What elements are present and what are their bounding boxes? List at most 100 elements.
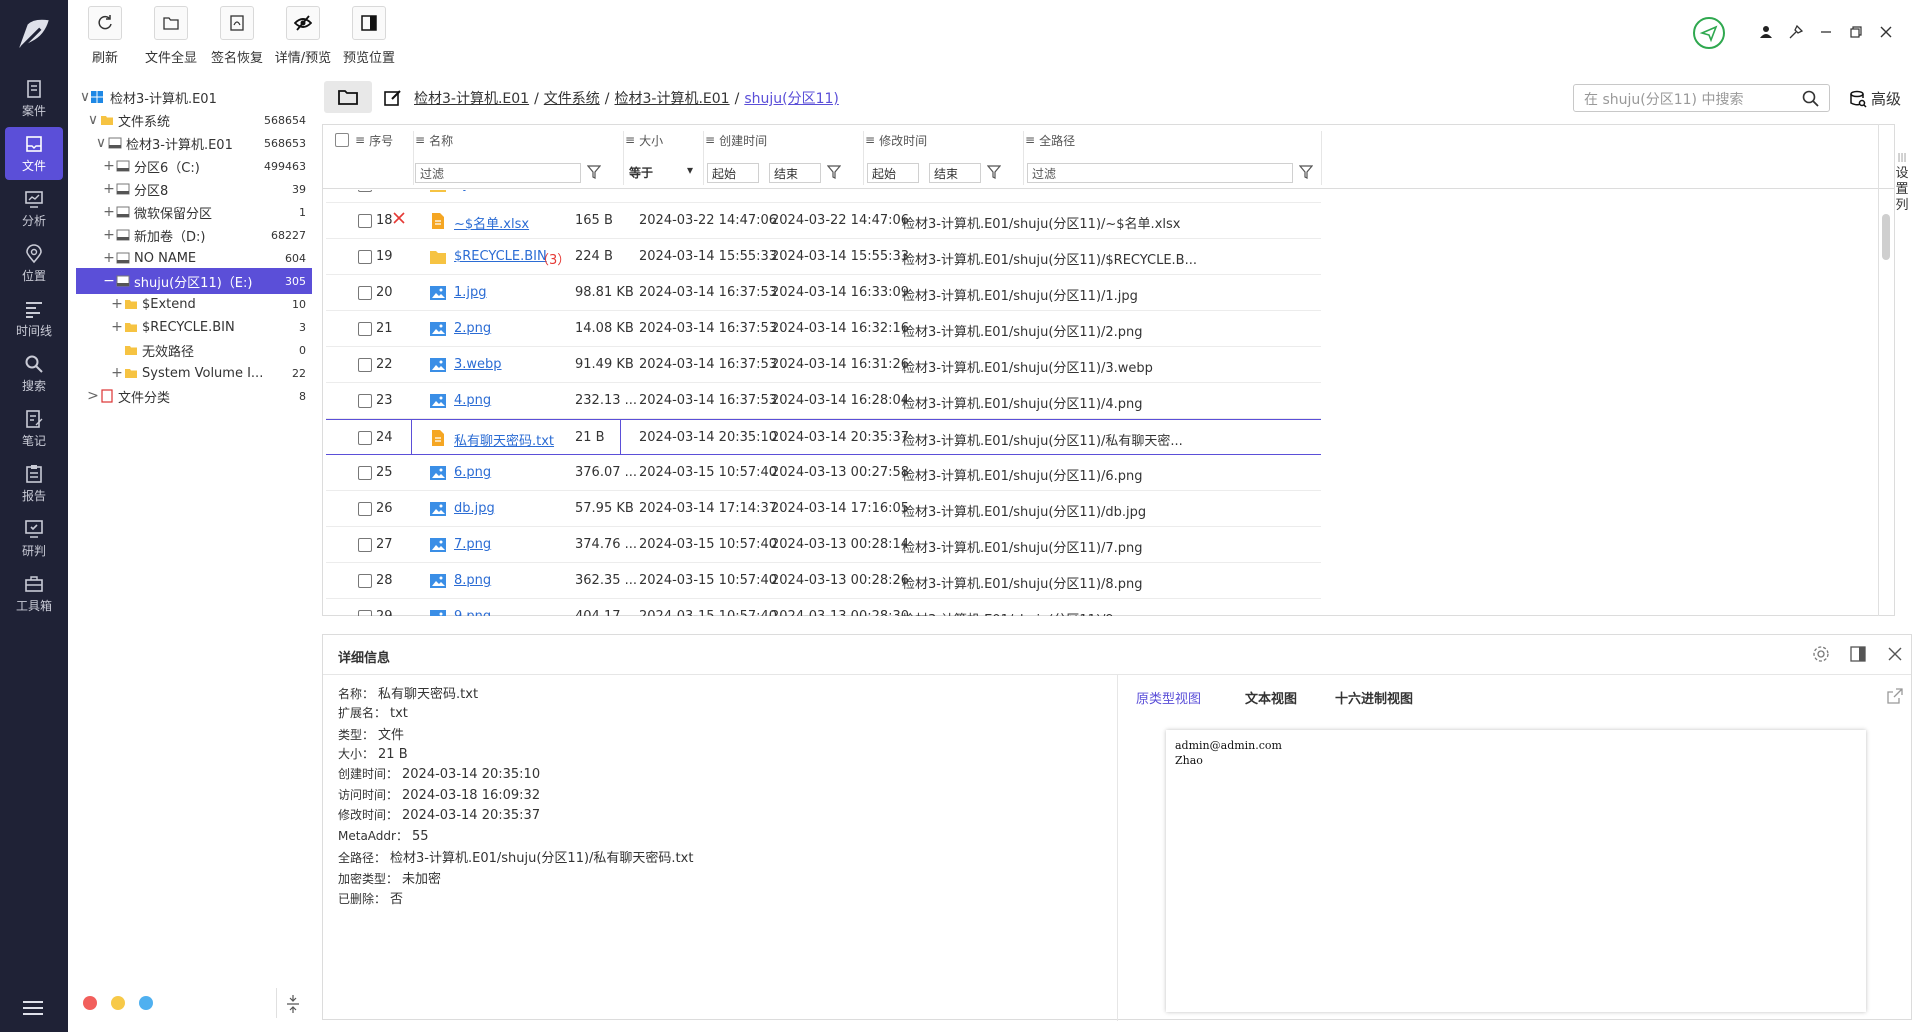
sidebar-item-toolbox[interactable]: 工具箱: [5, 567, 63, 620]
row-checkbox[interactable]: [358, 538, 372, 552]
file-name-link[interactable]: 4.png: [454, 393, 491, 408]
row-checkbox[interactable]: [358, 394, 372, 408]
row-checkbox[interactable]: [358, 358, 372, 372]
column-header-size[interactable]: ≡ 大小: [625, 125, 663, 155]
filter-icon[interactable]: [827, 165, 841, 179]
sidebar-item-report[interactable]: 报告: [5, 457, 63, 510]
table-row[interactable]: 27 7.png 374.76 ... 2024-03-15 10:57:40 2024…: [326, 527, 1321, 563]
file-name-link[interactable]: 3.webp: [454, 357, 502, 372]
mtime-end-input[interactable]: 结束: [929, 163, 981, 183]
collapse-all-icon[interactable]: [286, 994, 300, 1014]
row-checkbox[interactable]: [358, 610, 372, 616]
column-header-ctime[interactable]: ≡ 创建时间: [705, 125, 767, 155]
breadcrumb-current[interactable]: shuju(分区11): [744, 91, 839, 107]
expand-toggle-icon[interactable]: ∨: [94, 135, 108, 151]
row-checkbox[interactable]: [358, 190, 372, 192]
table-row[interactable]: 18 ~$名单.xlsx 165 B 2024-03-22 14:47:06 2024-…: [326, 203, 1321, 239]
edit-path-icon[interactable]: [384, 89, 402, 107]
file-name-link[interactable]: 1.jpg: [454, 285, 487, 300]
table-row[interactable]: 22 3.webp 91.49 KB 2024-03-14 16:37:53 2024-…: [326, 347, 1321, 383]
row-checkbox[interactable]: [358, 214, 372, 228]
open-external-icon[interactable]: [1886, 687, 1904, 705]
tab-text-view[interactable]: 文本视图: [1245, 688, 1297, 707]
sidebar-item-case[interactable]: 案件: [5, 72, 63, 125]
advanced-search-button[interactable]: 高级: [1849, 88, 1901, 109]
expand-toggle-icon[interactable]: −: [102, 273, 116, 289]
user-icon[interactable]: [1754, 20, 1778, 44]
minimize-icon[interactable]: [1814, 20, 1838, 44]
sidebar-item-timeline[interactable]: 时间线: [5, 292, 63, 345]
expand-toggle-icon[interactable]: +: [102, 250, 116, 266]
column-settings-button[interactable]: ||| 设置列: [1893, 150, 1911, 214]
table-row[interactable]: 20 1.jpg 98.81 KB 2024-03-14 16:37:53 2024-0…: [326, 275, 1321, 311]
sidebar-item-location[interactable]: 位置: [5, 237, 63, 290]
menu-icon[interactable]: [21, 998, 45, 1018]
table-row[interactable]: 25 6.png 376.07 ... 2024-03-15 10:57:40 2024…: [326, 455, 1321, 491]
sidebar-item-analysis[interactable]: 分析: [5, 182, 63, 235]
table-row[interactable]: 21 2.png 14.08 KB 2024-03-14 16:37:53 2024-0…: [326, 311, 1321, 347]
file-name-link[interactable]: 6.png: [454, 465, 491, 480]
tab-raw-view[interactable]: 原类型视图: [1136, 688, 1201, 707]
table-row[interactable]: 26 db.jpg 57.95 KB 2024-03-14 17:14:37 2024-…: [326, 491, 1321, 527]
close-icon[interactable]: [1874, 20, 1898, 44]
sidebar-item-file[interactable]: 文件: [5, 127, 63, 180]
column-header-index[interactable]: ≡ 序号: [355, 125, 393, 155]
expand-toggle-icon[interactable]: >: [86, 388, 100, 404]
breadcrumb-item[interactable]: 检材3-计算机.E01: [615, 91, 730, 107]
gear-icon[interactable]: [1812, 645, 1832, 665]
file-name-link[interactable]: 2.png: [454, 321, 491, 336]
expand-toggle-icon[interactable]: ∨: [86, 112, 100, 128]
table-row[interactable]: 23 4.png 232.13 ... 2024-03-14 16:37:53 2024…: [326, 383, 1321, 419]
expand-toggle-icon[interactable]: +: [110, 296, 124, 312]
pin-icon[interactable]: [1784, 20, 1808, 44]
file-name-link[interactable]: 私有聊天密码.txt: [454, 430, 554, 449]
row-checkbox[interactable]: [358, 322, 372, 336]
ctime-end-input[interactable]: 结束: [769, 163, 821, 183]
vertical-scrollbar[interactable]: [1882, 214, 1890, 260]
ctime-start-input[interactable]: 起始: [707, 163, 759, 183]
table-row[interactable]: System Volume Information: [326, 190, 1321, 203]
column-header-name[interactable]: ≡ 名称: [415, 125, 453, 155]
expand-toggle-icon[interactable]: +: [102, 158, 116, 174]
table-row[interactable]: 28 8.png 362.35 ... 2024-03-15 10:57:40 2024…: [326, 563, 1321, 599]
filter-icon[interactable]: [1299, 165, 1313, 179]
signature-recover-button[interactable]: 签名恢复: [204, 6, 270, 70]
breadcrumb-item[interactable]: 文件系统: [544, 91, 600, 107]
size-operator-select[interactable]: 等于 ▾: [625, 163, 697, 183]
table-row[interactable]: 29 9.png 404.17 ...2024-03-15 10:57:402024…: [326, 599, 1321, 616]
file-name-link[interactable]: System Volume Information: [454, 190, 634, 192]
filter-icon[interactable]: [587, 165, 601, 179]
sidebar-item-note[interactable]: 笔记: [5, 402, 63, 455]
folder-view-button[interactable]: [324, 81, 372, 113]
column-header-path[interactable]: ≡ 全路径: [1025, 125, 1075, 155]
sidebar-item-search[interactable]: 搜索: [5, 347, 63, 400]
row-checkbox[interactable]: [358, 502, 372, 516]
refresh-button[interactable]: 刷新: [72, 6, 138, 70]
expand-toggle-icon[interactable]: +: [110, 319, 124, 335]
file-name-link[interactable]: 7.png: [454, 537, 491, 552]
send-icon[interactable]: [1692, 16, 1726, 50]
close-icon[interactable]: [1886, 645, 1906, 665]
sidebar-item-judge[interactable]: 研判: [5, 512, 63, 565]
file-name-link[interactable]: $RECYCLE.BIN: [454, 249, 547, 264]
column-header-mtime[interactable]: ≡ 修改时间: [865, 125, 927, 155]
breadcrumb-item[interactable]: 检材3-计算机.E01: [414, 91, 529, 107]
expand-toggle-icon[interactable]: +: [102, 227, 116, 243]
table-row[interactable]: 24 私有聊天密码.txt 21 B 2024-03-14 20:35:10 2024-…: [326, 419, 1321, 455]
expand-toggle-icon[interactable]: +: [102, 204, 116, 220]
mtime-start-input[interactable]: 起始: [867, 163, 919, 183]
expand-toggle-icon[interactable]: +: [110, 365, 124, 381]
search-input[interactable]: 在 shuju(分区11) 中搜索: [1573, 84, 1830, 112]
preview-position-button[interactable]: 预览位置: [336, 6, 402, 70]
restore-icon[interactable]: [1844, 20, 1868, 44]
tree-node[interactable]: > 文件分类 8: [76, 383, 312, 409]
tab-hex-view[interactable]: 十六进制视图: [1335, 688, 1413, 707]
row-checkbox[interactable]: [358, 466, 372, 480]
row-checkbox[interactable]: [358, 431, 372, 445]
table-row[interactable]: 19 $RECYCLE.BIN （3） 224 B 2024-03-14 15:55:3…: [326, 239, 1321, 275]
show-all-files-button[interactable]: 文件全显: [138, 6, 204, 70]
row-checkbox[interactable]: [358, 286, 372, 300]
file-name-link[interactable]: 8.png: [454, 573, 491, 588]
row-checkbox[interactable]: [358, 250, 372, 264]
path-filter-input[interactable]: 过滤: [1027, 163, 1293, 183]
